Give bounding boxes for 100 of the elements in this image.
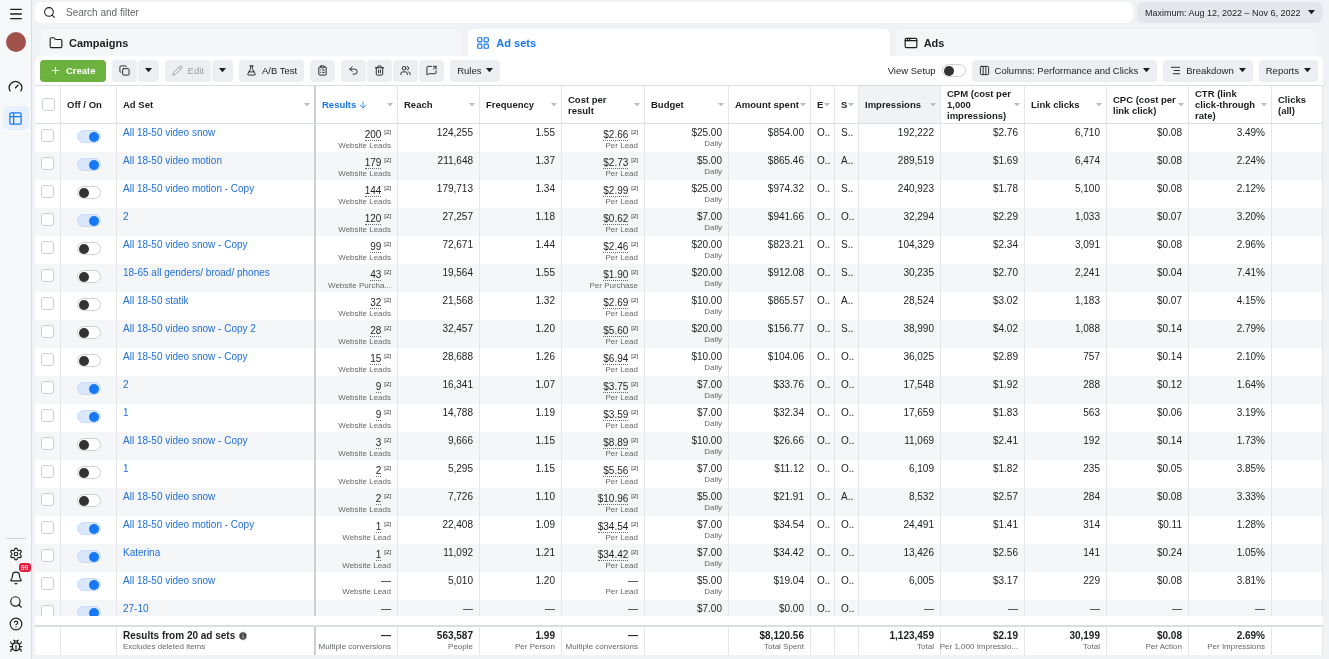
column-header[interactable]: Amount spent <box>735 99 800 110</box>
ad-set-link[interactable]: All 18-50 video snow <box>123 126 216 139</box>
on-off-toggle[interactable] <box>76 410 101 423</box>
dropdown-button[interactable] <box>137 59 159 82</box>
reports-button[interactable]: Reports <box>1258 59 1318 82</box>
row-checkbox[interactable] <box>41 185 54 198</box>
column-header[interactable]: Cost per result <box>568 93 634 116</box>
ad-set-link[interactable]: All 18-50 statik <box>123 294 189 307</box>
row-checkbox[interactable] <box>41 437 54 450</box>
row-checkbox[interactable] <box>41 353 54 366</box>
delete-button[interactable] <box>367 59 393 82</box>
reach-value: — <box>463 602 473 615</box>
share-button[interactable] <box>419 59 445 82</box>
on-off-toggle[interactable] <box>76 382 101 395</box>
ab-test-button[interactable]: A/B Test <box>238 59 305 82</box>
row-checkbox[interactable] <box>41 493 54 506</box>
breakdown-button[interactable]: Breakdown <box>1163 59 1253 82</box>
column-header[interactable]: Off / On <box>67 99 112 110</box>
row-checkbox[interactable] <box>41 213 54 226</box>
column-header[interactable]: CPM (cost per 1,000 impressions) <box>947 88 1014 121</box>
on-off-toggle[interactable] <box>76 298 101 311</box>
on-off-toggle[interactable] <box>76 354 101 367</box>
on-off-toggle[interactable] <box>76 326 101 339</box>
on-off-toggle[interactable] <box>76 158 101 171</box>
column-header[interactable]: Reach <box>404 99 469 110</box>
on-off-toggle[interactable] <box>76 494 101 507</box>
column-header[interactable]: Budget <box>651 99 718 110</box>
avatar[interactable] <box>5 32 26 52</box>
column-header[interactable]: E <box>817 99 824 110</box>
row-checkbox[interactable] <box>41 297 54 310</box>
ad-set-link[interactable]: All 18-50 video motion - Copy <box>123 518 255 531</box>
on-off-toggle[interactable] <box>76 438 101 451</box>
tab[interactable]: Campaigns <box>41 29 463 56</box>
ad-set-link[interactable]: All 18-50 video snow - Copy <box>123 434 248 447</box>
on-off-toggle[interactable] <box>76 130 101 143</box>
row-checkbox[interactable] <box>41 381 54 394</box>
duplicate-button[interactable] <box>111 59 137 82</box>
ad-set-link[interactable]: 27-10 <box>123 602 149 615</box>
ad-set-link[interactable]: All 18-50 video snow - Copy <box>123 350 248 363</box>
ad-set-link[interactable]: Katerina <box>123 546 161 559</box>
info-icon[interactable] <box>238 630 249 641</box>
search-icon[interactable] <box>8 595 23 609</box>
column-header[interactable]: Link clicks <box>1031 99 1096 110</box>
on-off-toggle[interactable] <box>76 606 101 616</box>
rules-button[interactable]: Rules <box>450 59 501 82</box>
row-checkbox[interactable] <box>41 325 54 338</box>
ad-set-link[interactable]: 2 <box>123 378 129 391</box>
columns-button[interactable]: Columns: Performance and Clicks <box>971 59 1158 82</box>
menu-icon[interactable] <box>7 6 24 22</box>
column-header[interactable]: Clicks (all) <box>1278 93 1318 116</box>
select-all-checkbox[interactable] <box>42 98 55 111</box>
search-input[interactable]: Search and filter <box>64 6 1125 19</box>
row-checkbox[interactable] <box>41 521 54 534</box>
on-off-toggle[interactable] <box>76 550 101 563</box>
date-range-button[interactable]: Maximum: Aug 12, 2022 – Nov 6, 2022 <box>1137 2 1323 23</box>
ad-set-link[interactable]: All 18-50 video motion - Copy <box>123 182 255 195</box>
column-header[interactable]: CPC (cost per link click) <box>1113 93 1178 116</box>
on-off-toggle[interactable] <box>76 214 101 227</box>
column-header[interactable]: Results <box>322 99 387 110</box>
bell-icon[interactable] <box>8 571 23 585</box>
people-button[interactable] <box>393 59 419 82</box>
on-off-toggle[interactable] <box>76 242 101 255</box>
on-off-toggle[interactable] <box>76 578 101 591</box>
row-checkbox[interactable] <box>41 241 54 254</box>
row-checkbox[interactable] <box>41 577 54 590</box>
column-header[interactable]: Frequency <box>486 99 551 110</box>
clipboard-button[interactable] <box>310 59 336 82</box>
ad-set-link[interactable]: All 18-50 video snow <box>123 574 216 587</box>
column-header[interactable]: Ad Set <box>123 99 304 110</box>
column-header[interactable]: CTR (link click-through rate) <box>1195 88 1261 121</box>
row-checkbox[interactable] <box>41 549 54 562</box>
tab[interactable]: Ads <box>895 29 1317 56</box>
row-checkbox[interactable] <box>41 157 54 170</box>
ad-set-link[interactable]: 1 <box>123 406 129 419</box>
tab[interactable]: Ad sets <box>468 29 890 56</box>
settings-icon[interactable] <box>8 547 23 561</box>
bug-icon[interactable] <box>8 639 23 653</box>
on-off-toggle[interactable] <box>76 186 101 199</box>
ad-set-link[interactable]: All 18-50 video snow - Copy <box>123 238 248 251</box>
on-off-toggle[interactable] <box>76 522 101 535</box>
ad-set-link[interactable]: 1 <box>123 462 129 475</box>
ad-set-link[interactable]: All 18-50 video snow - Copy 2 <box>123 322 256 335</box>
ad-set-link[interactable]: All 18-50 video snow <box>123 490 216 503</box>
row-checkbox[interactable] <box>41 129 54 142</box>
ad-set-link[interactable]: All 18-50 video motion <box>123 154 222 167</box>
view-setup-toggle[interactable] <box>941 64 966 77</box>
undo-button[interactable] <box>341 59 367 82</box>
row-checkbox[interactable] <box>41 605 54 616</box>
row-checkbox[interactable] <box>41 409 54 422</box>
search-field[interactable]: Search and filter <box>35 2 1133 23</box>
help-icon[interactable] <box>8 617 23 631</box>
ad-set-link[interactable]: 2 <box>123 210 129 223</box>
table-nav-button[interactable] <box>2 106 29 130</box>
row-checkbox[interactable] <box>41 465 54 478</box>
on-off-toggle[interactable] <box>76 466 101 479</box>
column-header[interactable]: S <box>841 99 848 110</box>
ad-set-link[interactable]: 18-65 all genders/ broad/ phones <box>123 266 270 279</box>
on-off-toggle[interactable] <box>76 270 101 283</box>
dropdown-button[interactable] <box>211 59 233 82</box>
row-checkbox[interactable] <box>41 269 54 282</box>
